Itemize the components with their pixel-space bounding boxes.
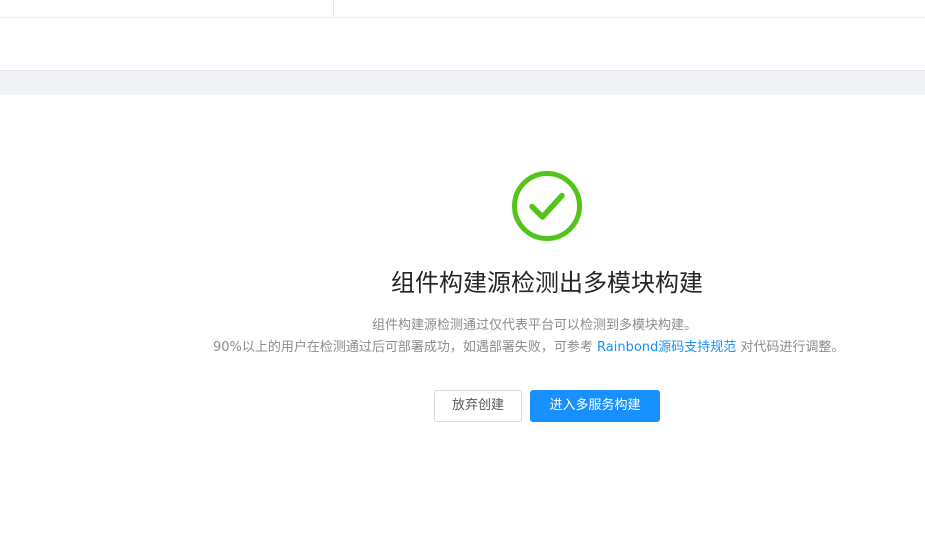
top-bar: [0, 0, 925, 18]
result-description-line1: 组件构建源检测通过仅代表平台可以检测到多模块构建。: [372, 318, 698, 333]
rainbond-spec-link[interactable]: Rainbond源码支持规范: [597, 340, 736, 355]
page-header: [0, 18, 925, 71]
top-bar-divider: [333, 0, 334, 17]
content-gap: [0, 71, 925, 95]
description-suffix: 对代码进行调整。: [736, 340, 845, 355]
description-prefix: 90%以上的用户在检测通过后可部署成功，如遇部署失败，可参考: [213, 340, 598, 355]
check-circle-icon: [512, 171, 582, 241]
abandon-create-button[interactable]: 放弃创建: [434, 390, 522, 422]
result-title: 组件构建源检测出多模块构建: [391, 269, 703, 297]
result-description-line2: 90%以上的用户在检测通过后可部署成功，如遇部署失败，可参考 Rainbond源…: [213, 338, 844, 358]
enter-multi-service-build-button[interactable]: 进入多服务构建: [530, 390, 660, 422]
